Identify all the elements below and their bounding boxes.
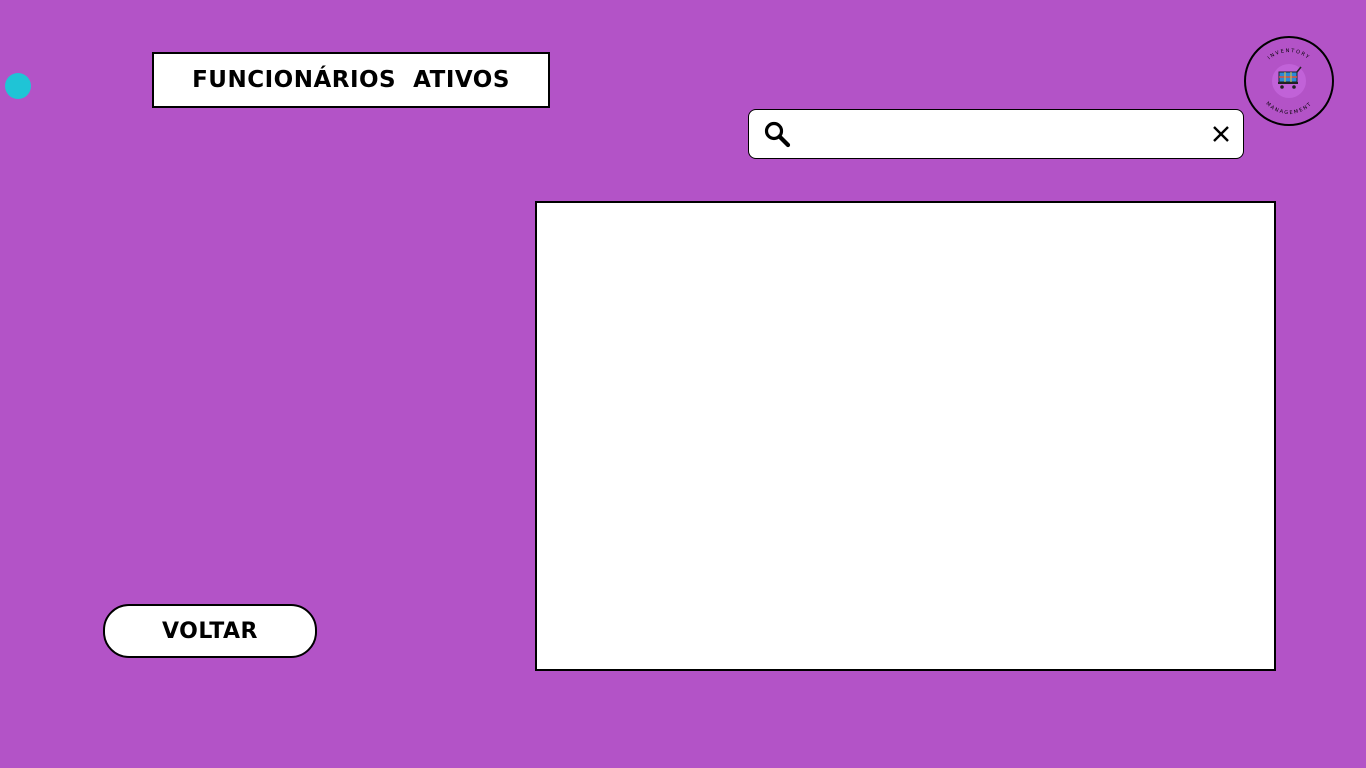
logo-bottom-text: MANAGEMENT bbox=[1264, 101, 1312, 116]
search-bar bbox=[748, 109, 1244, 159]
close-icon[interactable] bbox=[1211, 124, 1231, 144]
logo-top-text: INVENTORY bbox=[1267, 48, 1310, 61]
search-input[interactable] bbox=[801, 116, 1195, 154]
back-button[interactable]: VOLTAR bbox=[103, 604, 317, 658]
status-dot bbox=[5, 73, 31, 99]
svg-text:INVENTORY: INVENTORY bbox=[1267, 48, 1311, 61]
svg-text:MANAGEMENT: MANAGEMENT bbox=[1264, 101, 1313, 116]
employees-list-panel[interactable] bbox=[535, 201, 1276, 671]
app-logo: INVENTORY MANAGEMENT bbox=[1244, 36, 1334, 126]
back-button-label: VOLTAR bbox=[162, 618, 258, 644]
page-title-box: FUNCIONÁRIOS ATIVOS bbox=[152, 52, 550, 108]
shopping-cart-icon: INVENTORY MANAGEMENT bbox=[1264, 48, 1313, 116]
search-icon[interactable] bbox=[763, 120, 791, 148]
page-title: FUNCIONÁRIOS ATIVOS bbox=[192, 67, 510, 93]
